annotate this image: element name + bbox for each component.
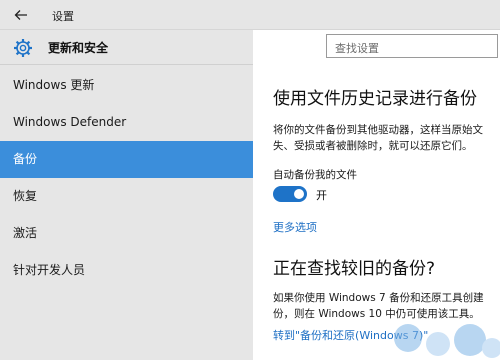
- older-backups-line-2: 份，则在 Windows 10 中仍可使用该工具。: [273, 308, 480, 320]
- sidebar-item-backup[interactable]: 备份: [0, 141, 253, 178]
- gear-icon: [14, 39, 32, 57]
- window-title: 设置: [52, 10, 74, 23]
- older-backups-line-1: 如果你使用 Windows 7 备份和还原工具创建: [273, 292, 484, 304]
- section-title-older-backups: 正在查找较旧的备份?: [273, 259, 436, 279]
- sidebar-header-label: 更新和安全: [48, 41, 109, 55]
- back-button[interactable]: [8, 5, 34, 25]
- page-title: 使用文件历史记录进行备份: [273, 89, 477, 109]
- title-bar: 设置: [0, 0, 500, 30]
- search-input[interactable]: 查找设置: [326, 34, 498, 58]
- auto-backup-toggle[interactable]: [273, 186, 307, 202]
- sidebar-header: 更新和安全: [0, 30, 253, 64]
- back-arrow-icon: [14, 10, 27, 20]
- sidebar-item-recovery[interactable]: 恢复: [0, 178, 253, 215]
- settings-window: 设置 更新和安全 Windows 更新 Windows Defender 备份 …: [0, 0, 500, 360]
- sidebar-item-windows-defender[interactable]: Windows Defender: [0, 104, 253, 141]
- auto-backup-label: 自动备份我的文件: [273, 169, 357, 181]
- sidebar-item-developers[interactable]: 针对开发人员: [0, 252, 253, 289]
- description-line-1: 将你的文件备份到其他驱动器，这样当原始文: [273, 124, 483, 136]
- sidebar-item-activation[interactable]: 激活: [0, 215, 253, 252]
- backup-restore-windows7-link[interactable]: 转到"备份和还原(Windows 7)": [273, 327, 428, 343]
- sidebar: 更新和安全 Windows 更新 Windows Defender 备份 恢复 …: [0, 30, 253, 360]
- sidebar-divider: [0, 64, 253, 65]
- backup-description: 将你的文件备份到其他驱动器，这样当原始文 失、受损或者被删除时，就可以还原它们。: [273, 122, 500, 154]
- toggle-knob: [294, 189, 304, 199]
- search-placeholder: 查找设置: [335, 42, 379, 55]
- older-backups-description: 如果你使用 Windows 7 备份和还原工具创建 份，则在 Windows 1…: [273, 290, 500, 322]
- description-line-2: 失、受损或者被删除时，就可以还原它们。: [273, 140, 473, 152]
- toggle-state-label: 开: [316, 189, 327, 202]
- main-content: 使用文件历史记录进行备份 将你的文件备份到其他驱动器，这样当原始文 失、受损或者…: [253, 64, 500, 360]
- more-options-link[interactable]: 更多选项: [273, 219, 317, 235]
- sidebar-item-windows-update[interactable]: Windows 更新: [0, 67, 253, 104]
